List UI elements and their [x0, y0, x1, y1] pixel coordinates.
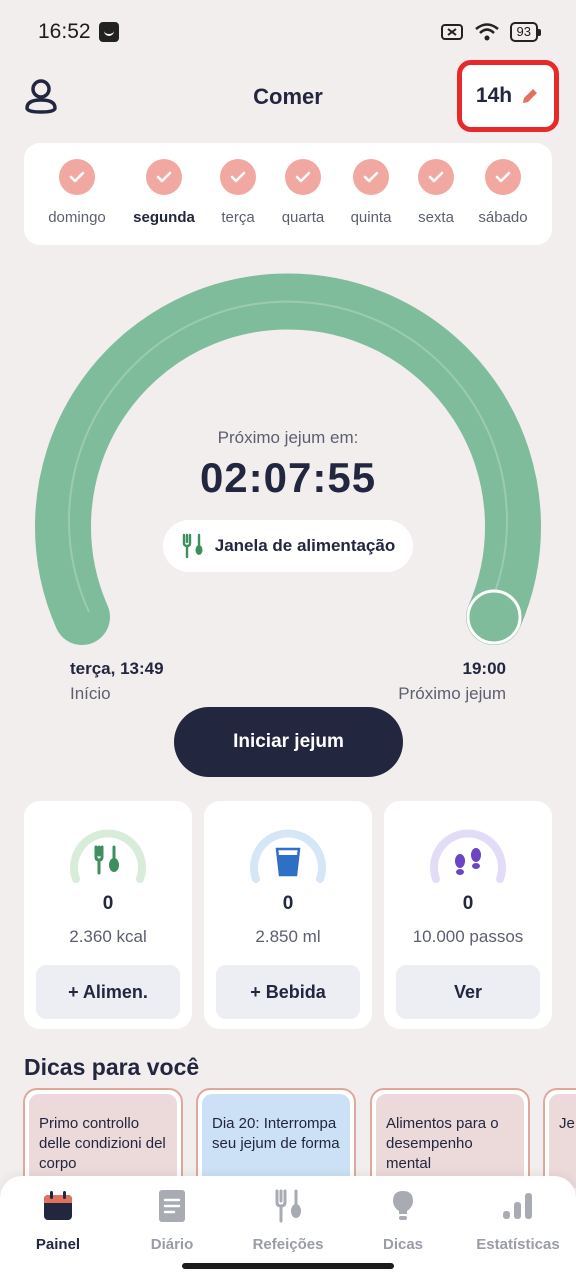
eating-window-label: Janela de alimentação — [214, 536, 396, 555]
tip-card[interactable]: Je dia — [543, 1088, 576, 1188]
battery-indicator: 93 — [509, 22, 542, 42]
check-icon — [220, 159, 256, 195]
steps-goal: 10.000 passos — [412, 927, 524, 946]
week-progress-card: domingo segunda terça quarta quinta sext… — [24, 143, 552, 245]
no-sim-icon — [440, 24, 463, 40]
food-stat-card[interactable]: 0 2.360 kcal + Alimen. — [24, 801, 192, 1029]
home-indicator[interactable] — [182, 1263, 394, 1269]
stats-icon — [503, 1193, 532, 1219]
add-drink-button[interactable]: + Bebida — [216, 965, 360, 1019]
header: Comer 14h — [0, 60, 576, 134]
wifi-icon — [474, 23, 499, 41]
footsteps-icon — [430, 829, 506, 883]
drink-stat-card[interactable]: 0 2.850 ml + Bebida — [204, 801, 372, 1029]
water-glass-icon — [250, 829, 326, 883]
meals-icon — [275, 1189, 301, 1223]
fast-hours-button[interactable]: 14h — [457, 60, 559, 132]
app-notification-icon — [98, 22, 119, 42]
check-icon — [353, 159, 389, 195]
fast-hours-value: 14h — [475, 84, 513, 107]
food-count: 0 — [102, 893, 114, 914]
next-fast-time-label: Próximo jejum — [398, 684, 506, 703]
tips-carousel[interactable]: Primo controllo delle condizioni del cor… — [0, 1088, 576, 1188]
tip-card[interactable]: Alimentos para o desempenho mental — [370, 1088, 530, 1188]
start-fast-button[interactable]: Iniciar jejum — [174, 707, 403, 777]
tips-title: Dicas para você — [24, 1054, 200, 1080]
food-goal: 2.360 kcal — [69, 927, 147, 946]
check-icon — [146, 159, 182, 195]
start-time-value: terça, 13:49 — [70, 659, 164, 678]
nav-label: Estatísticas — [476, 1236, 560, 1253]
nav-label: Dicas — [382, 1236, 424, 1253]
countdown: 02:07:55 — [199, 454, 377, 501]
calendar-icon — [44, 1191, 72, 1220]
nav-refeicoes[interactable]: Refeições — [233, 1188, 343, 1253]
nav-dicas[interactable]: Dicas — [348, 1188, 458, 1253]
check-icon — [285, 159, 321, 195]
eating-window-pill[interactable]: Janela de alimentação — [163, 520, 413, 572]
view-steps-button[interactable]: Ver — [396, 965, 540, 1019]
nav-label: Diário — [150, 1236, 194, 1253]
check-icon — [418, 159, 454, 195]
steps-count: 0 — [462, 893, 474, 914]
nav-diario[interactable]: Diário — [117, 1188, 227, 1253]
bulb-icon — [393, 1191, 413, 1220]
tip-card[interactable]: Dia 20: Interrompa seu jejum de forma — [196, 1088, 356, 1188]
drink-count: 0 — [282, 893, 294, 914]
status-icons: 93 — [440, 22, 542, 42]
tip-text: Je dia — [549, 1094, 576, 1188]
nav-estatisticas[interactable]: Estatísticas — [463, 1188, 573, 1253]
utensils-icon — [70, 829, 146, 883]
timer-center: Próximo jejum em: 02:07:55 — [0, 428, 576, 502]
next-fast-label: Próximo jejum em: — [217, 428, 359, 447]
diary-icon — [159, 1190, 185, 1222]
day-label: segunda — [133, 209, 195, 226]
nav-painel[interactable]: Painel — [3, 1188, 113, 1253]
tip-text: Primo controllo delle condizioni del cor… — [29, 1094, 177, 1188]
status-bar: 16:52 93 — [0, 0, 576, 64]
utensils-icon — [182, 533, 203, 559]
check-icon — [59, 159, 95, 195]
day-label: domingo — [48, 209, 106, 226]
add-food-button[interactable]: + Alimen. — [36, 965, 180, 1019]
next-fast-time-value: 19:00 — [462, 659, 506, 678]
day-segunda[interactable]: segunda — [124, 159, 204, 226]
day-sabado[interactable]: sábado — [463, 159, 543, 226]
tip-text: Alimentos para o desempenho mental — [376, 1094, 524, 1188]
nav-label: Refeições — [252, 1236, 324, 1253]
status-time: 16:52 — [38, 20, 91, 43]
start-time-label: Início — [70, 684, 111, 703]
tip-text: Dia 20: Interrompa seu jejum de forma — [202, 1094, 350, 1188]
steps-stat-card[interactable]: 0 10.000 passos Ver — [384, 801, 552, 1029]
day-domingo[interactable]: domingo — [37, 159, 117, 226]
tip-card[interactable]: Primo controllo delle condizioni del cor… — [23, 1088, 183, 1188]
drink-goal: 2.850 ml — [255, 927, 321, 946]
pencil-icon — [523, 89, 538, 103]
day-label: sábado — [478, 209, 528, 226]
nav-label: Painel — [35, 1236, 81, 1253]
check-icon — [485, 159, 521, 195]
